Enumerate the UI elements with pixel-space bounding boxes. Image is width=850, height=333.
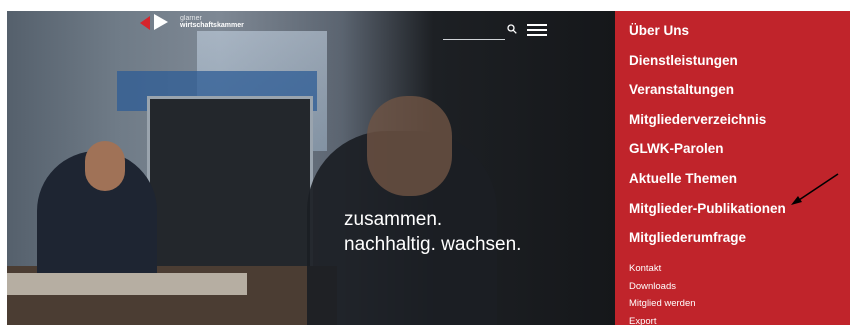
menu-item-dienstleistungen[interactable]: Dienstleistungen <box>629 51 786 81</box>
logo-line-1: glarner <box>180 15 244 22</box>
search-icon[interactable] <box>507 24 517 34</box>
menu-item-glwk-parolen[interactable]: GLWK-Parolen <box>629 139 786 169</box>
menu-item-export[interactable]: Export <box>629 316 696 333</box>
logo-line-2: wirtschaftskammer <box>180 22 244 29</box>
menu-item-aktuelle-themen[interactable]: Aktuelle Themen <box>629 169 786 199</box>
hero-image: glarner wirtschaftskammer zusammen. nach… <box>7 11 616 325</box>
logo-mark-icon <box>140 14 174 30</box>
secondary-menu: Kontakt Downloads Mitglied werden Export <box>629 263 696 333</box>
annotation-arrow-icon <box>788 172 840 208</box>
main-menu: Über Uns Dienstleistungen Veranstaltunge… <box>629 21 786 258</box>
tagline-line-2: nachhaltig. wachsen. <box>344 232 521 257</box>
navigation-menu-panel: Über Uns Dienstleistungen Veranstaltunge… <box>615 11 850 325</box>
hero-tagline: zusammen. nachhaltig. wachsen. <box>344 207 521 257</box>
menu-item-kontakt[interactable]: Kontakt <box>629 263 696 281</box>
menu-item-downloads[interactable]: Downloads <box>629 281 696 299</box>
menu-item-mitgliederumfrage[interactable]: Mitgliederumfrage <box>629 228 786 258</box>
menu-item-ueber-uns[interactable]: Über Uns <box>629 21 786 51</box>
menu-item-mitglieder-publikationen[interactable]: Mitglieder-Publikationen <box>629 199 786 229</box>
menu-item-mitglied-werden[interactable]: Mitglied werden <box>629 298 696 316</box>
logo[interactable]: glarner wirtschaftskammer <box>140 14 244 30</box>
search-input[interactable] <box>443 21 505 40</box>
menu-item-veranstaltungen[interactable]: Veranstaltungen <box>629 80 786 110</box>
tagline-line-1: zusammen. <box>344 207 521 232</box>
hamburger-menu-icon[interactable] <box>527 24 547 36</box>
menu-item-mitgliederverzeichnis[interactable]: Mitgliederverzeichnis <box>629 110 786 140</box>
